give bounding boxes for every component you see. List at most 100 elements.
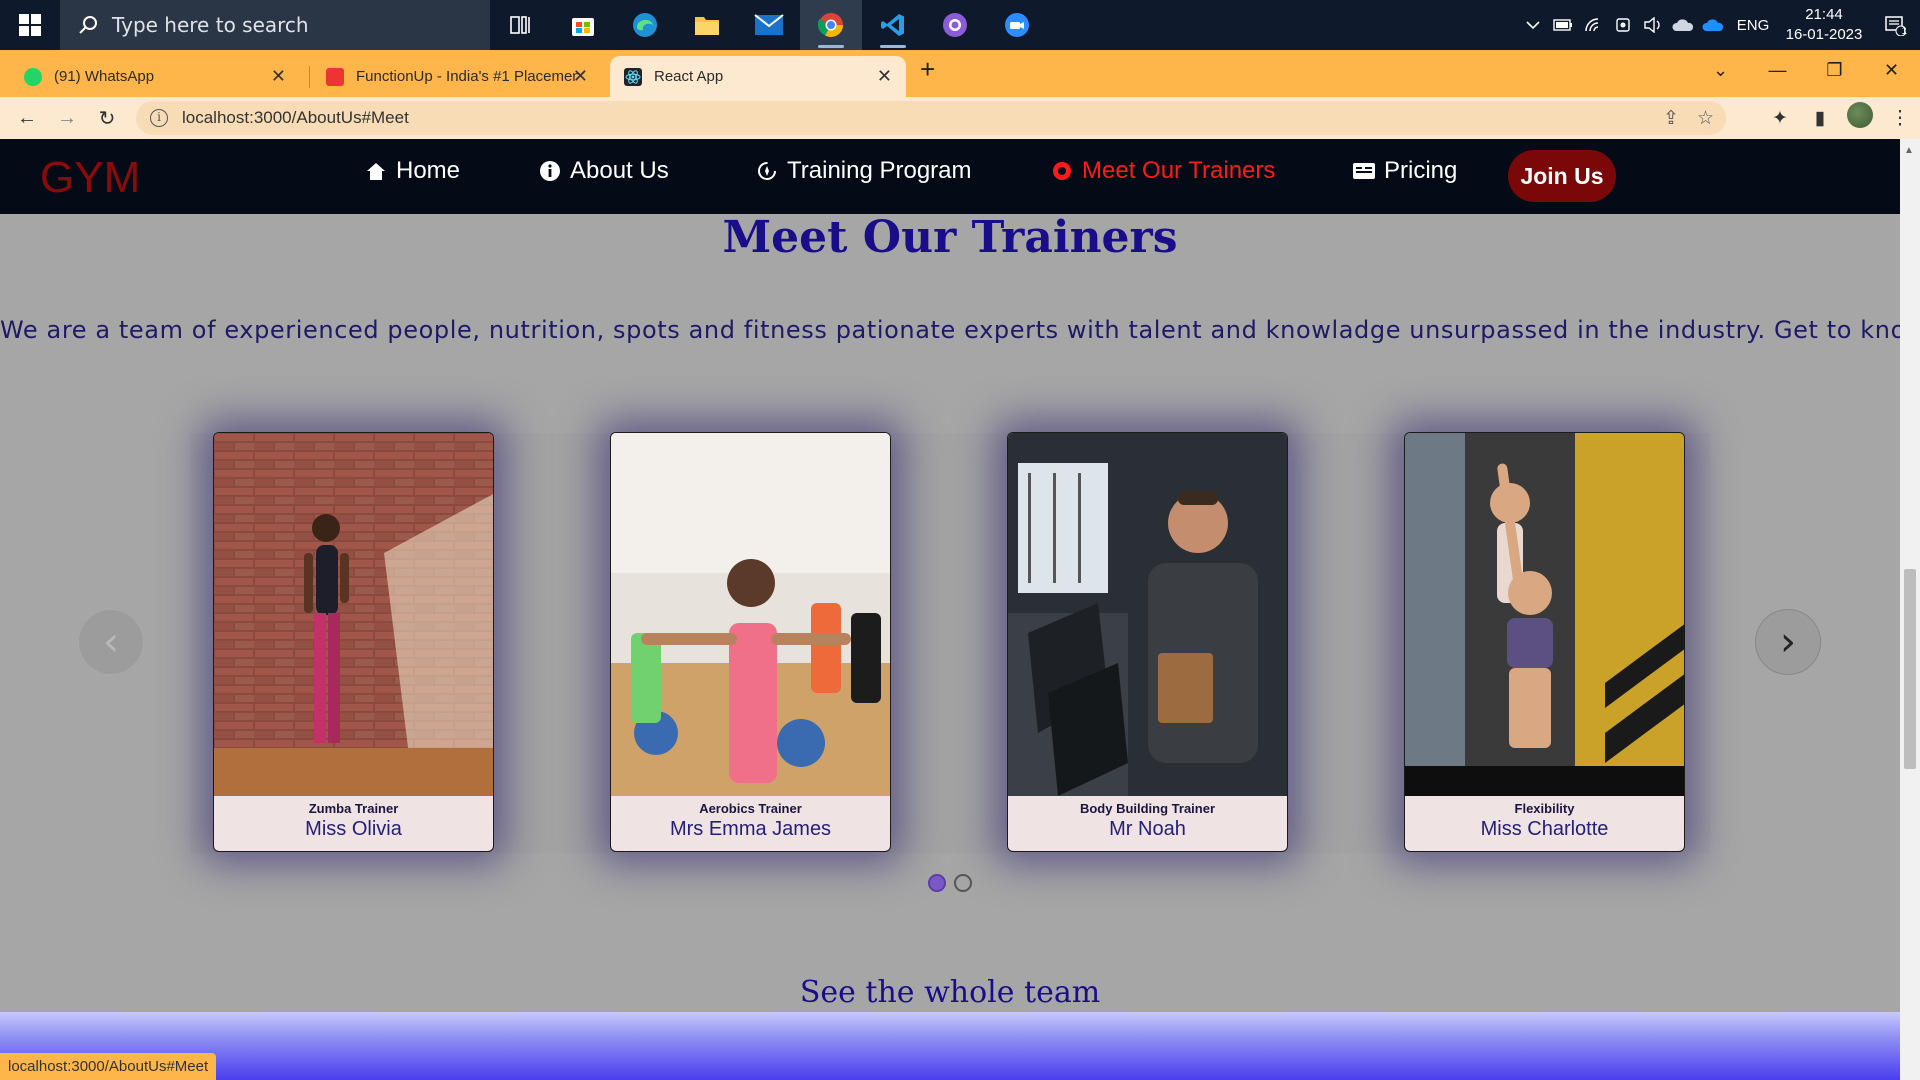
language-indicator[interactable]: ENG (1728, 17, 1778, 34)
chevron-up-icon[interactable] (1518, 0, 1548, 50)
carousel-dot-2[interactable] (954, 874, 972, 892)
close-tab-icon[interactable]: ✕ (573, 66, 588, 87)
zoom-icon[interactable] (986, 0, 1048, 50)
tab-label: FunctionUp - India's #1 Placemen (356, 68, 578, 85)
trainer-card[interactable]: Flexibility Miss Charlotte (1404, 432, 1685, 852)
trainer-photo-flexibility (1405, 433, 1684, 796)
windows-logo-icon (19, 14, 41, 36)
restore-button[interactable]: ❐ (1806, 60, 1863, 81)
trainer-role: Zumba Trainer (308, 801, 399, 816)
webcam-icon[interactable] (1608, 0, 1638, 50)
onedrive-business-icon[interactable] (1698, 0, 1728, 50)
bookmark-star-icon[interactable]: ☆ (1697, 107, 1714, 130)
browser-tab-strip: (91) WhatsApp ✕ FunctionUp - India's #1 … (0, 50, 1920, 97)
minimize-button[interactable]: — (1749, 60, 1806, 81)
carousel-prev-button[interactable]: ‹ (78, 609, 144, 675)
nav-about-us[interactable]: About Us (538, 157, 669, 185)
nav-meet-our-trainers[interactable]: Meet Our Trainers (1050, 157, 1275, 185)
ms-store-icon[interactable] (552, 0, 614, 50)
carousel-dot-1[interactable] (928, 874, 946, 892)
see-whole-team-link[interactable]: See the whole team (0, 975, 1900, 1010)
site-navbar: GYM Home About Us Training Program Meet … (0, 139, 1900, 214)
volume-icon[interactable] (1638, 0, 1668, 50)
tab-functionup[interactable]: FunctionUp - India's #1 Placemen ✕ (312, 56, 602, 97)
trainer-photo-bodybuilding (1008, 433, 1287, 796)
tab-search-icon[interactable]: ⌄ (1692, 60, 1749, 81)
tab-label: React App (654, 68, 724, 85)
site-logo[interactable]: GYM (40, 153, 140, 203)
carousel-next-button[interactable]: › (1755, 609, 1821, 675)
task-view-icon[interactable] (490, 0, 552, 50)
trainer-card[interactable]: Body Building Trainer Mr Noah (1007, 432, 1288, 852)
close-tab-icon[interactable]: ✕ (271, 66, 286, 87)
back-button[interactable]: ← (12, 103, 42, 133)
tab-react-app[interactable]: React App ✕ (610, 56, 906, 97)
home-icon (364, 159, 388, 183)
share-icon[interactable]: ⇪ (1663, 107, 1679, 130)
tab-label: (91) WhatsApp (54, 68, 155, 85)
notification-center-button[interactable]: 1 (1870, 0, 1920, 50)
trainer-role: Aerobics Trainer (699, 801, 802, 816)
clock-date: 16-01-2023 (1785, 26, 1863, 43)
notification-count: 1 (1901, 26, 1907, 37)
edge-icon[interactable] (614, 0, 676, 50)
trainer-card[interactable]: Aerobics Trainer Mrs Emma James (610, 432, 891, 852)
trainer-photo-zumba (214, 433, 493, 796)
windows-start-button[interactable] (0, 0, 60, 50)
status-bar-url: localhost:3000/AboutUs#Meet (0, 1053, 217, 1080)
browser-toolbar: ← → ↻ i localhost:3000/AboutUs#Meet ⇪ ☆ … (0, 97, 1920, 139)
screen: Type here to search ENG 21:44 16-01-2023… (0, 0, 1920, 1080)
scrollbar-thumb[interactable] (1904, 569, 1916, 769)
trainer-photo-aerobics (611, 433, 890, 796)
carousel-pagination (928, 874, 972, 892)
url-text: localhost:3000/AboutUs#Meet (182, 108, 409, 127)
github-desktop-icon[interactable] (924, 0, 986, 50)
search-icon (79, 16, 97, 34)
nav-home[interactable]: Home (364, 157, 460, 185)
trainer-role: Body Building Trainer (1079, 801, 1216, 816)
close-window-button[interactable]: ✕ (1863, 60, 1920, 81)
chrome-icon[interactable] (800, 0, 862, 50)
tab-whatsapp[interactable]: (91) WhatsApp ✕ (10, 56, 300, 97)
extensions-icon[interactable]: ✦ (1760, 107, 1800, 130)
nav-pricing-label: Pricing (1384, 157, 1458, 184)
trainer-name: Miss Olivia (305, 818, 402, 840)
wifi-icon[interactable] (1578, 0, 1608, 50)
profile-avatar[interactable] (1840, 102, 1880, 134)
file-explorer-icon[interactable] (676, 0, 738, 50)
join-us-button[interactable]: Join Us (1508, 150, 1616, 202)
nav-pricing[interactable]: Pricing (1352, 157, 1457, 185)
mail-icon[interactable] (738, 0, 800, 50)
vscode-icon[interactable] (862, 0, 924, 50)
search-placeholder: Type here to search (112, 13, 309, 37)
trainer-role: Flexibility (1514, 801, 1575, 816)
battery-icon[interactable] (1548, 0, 1578, 50)
side-panel-icon[interactable]: ▮ (1800, 107, 1840, 130)
nav-training-label: Training Program (787, 157, 972, 184)
footer-gradient-band (0, 1012, 1900, 1080)
taskbar: Type here to search ENG 21:44 16-01-2023… (0, 0, 1920, 50)
trainer-name: Miss Charlotte (1480, 818, 1609, 840)
nav-trainers-label: Meet Our Trainers (1082, 157, 1276, 184)
clock[interactable]: 21:44 16-01-2023 (1778, 5, 1870, 45)
training-icon (755, 159, 779, 183)
new-tab-button[interactable]: + (920, 54, 935, 85)
browser-menu-icon[interactable]: ⋮ (1880, 107, 1920, 130)
section-title: Meet Our Trainers (722, 212, 1178, 263)
taskbar-search[interactable]: Type here to search (60, 0, 490, 50)
nav-training-program[interactable]: Training Program (755, 157, 972, 185)
info-icon (538, 159, 562, 183)
trainer-name: Mr Noah (1109, 818, 1186, 840)
scroll-up-arrow-icon[interactable]: ▲ (1904, 145, 1914, 156)
forward-button[interactable]: → (52, 103, 82, 133)
address-bar[interactable]: i localhost:3000/AboutUs#Meet ⇪ ☆ (136, 101, 1726, 135)
react-icon (624, 67, 642, 86)
functionup-icon (326, 67, 344, 86)
page-scrollbar[interactable]: ▲ (1900, 139, 1920, 1080)
reload-button[interactable]: ↻ (92, 103, 122, 133)
close-tab-icon[interactable]: ✕ (877, 66, 892, 87)
trainer-card[interactable]: Zumba Trainer Miss Olivia (213, 432, 494, 852)
site-info-icon[interactable]: i (150, 109, 168, 127)
trainer-name: Mrs Emma James (669, 818, 832, 840)
onedrive-icon[interactable] (1668, 0, 1698, 50)
